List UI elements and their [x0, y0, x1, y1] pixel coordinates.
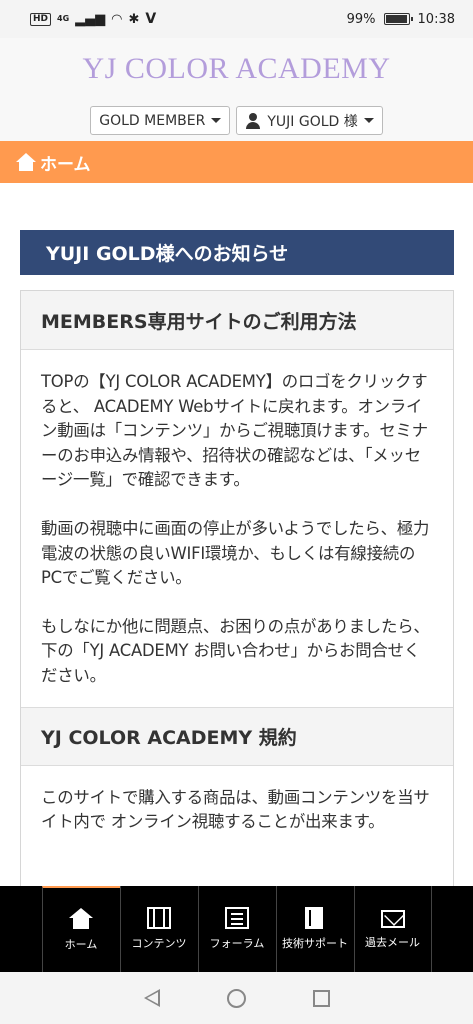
caret-down-icon [211, 118, 222, 123]
home-icon [69, 908, 93, 930]
nav-forum-label: フォーラム [209, 937, 265, 950]
recents-icon[interactable] [312, 989, 330, 1007]
member-row: GOLD MEMBER YUJI GOLD 様 [0, 106, 473, 135]
info-panel: MEMBERS専用サイトのご利用方法 TOPの【YJ COLOR ACADEMY… [20, 290, 454, 910]
list-icon [225, 907, 249, 929]
section-body-terms: このサイトで購入する商品は、動画コンテンツを当サイト内で オンライン視聴すること… [21, 766, 453, 835]
clock: 10:38 [417, 11, 455, 27]
section-heading-usage: MEMBERS専用サイトのご利用方法 [21, 291, 453, 350]
film-icon [147, 907, 171, 929]
nav-support-label: 技術サポート [282, 937, 348, 950]
breadcrumb-bar[interactable]: ホーム [0, 141, 473, 183]
carrier-icon: V [145, 11, 157, 27]
nav-home-label: ホーム [64, 938, 98, 951]
nav-contents[interactable]: コンテンツ [119, 886, 198, 972]
site-header: YJ COLOR ACADEMY GOLD MEMBER YUJI GOLD 様 [0, 38, 473, 141]
member-dropdown-label: GOLD MEMBER [99, 112, 206, 129]
user-dropdown-label: YUJI GOLD 様 [267, 113, 358, 130]
nav-past-mail-label: 過去メール [365, 936, 420, 949]
bottom-nav: ホーム コンテンツ フォーラム 技術サポート 過去メール [0, 886, 473, 972]
nav-forum[interactable]: フォーラム [197, 886, 276, 972]
user-dropdown[interactable]: YUJI GOLD 様 [236, 106, 383, 135]
user-icon [245, 112, 261, 129]
hd-indicator: HD [30, 12, 52, 26]
nav-support[interactable]: 技術サポート [275, 886, 354, 972]
system-nav-bar [0, 972, 473, 1024]
terms-paragraph: このサイトで購入する商品は、動画コンテンツを当サイト内で オンライン視聴すること… [41, 787, 430, 832]
section-body-usage: TOPの【YJ COLOR ACADEMY】のロゴをクリックすると、 ACADE… [21, 350, 453, 689]
member-dropdown[interactable]: GOLD MEMBER [90, 106, 231, 135]
home-icon [16, 153, 36, 171]
status-right: 99% 10:38 [347, 12, 455, 27]
bluetooth-icon: ✱ [128, 11, 140, 27]
signal-icon: ▂▄▆ [75, 11, 106, 27]
book-icon [303, 907, 327, 929]
network-indicator: 4G [57, 14, 70, 23]
battery-percent: 99% [346, 11, 376, 27]
breadcrumb-home: ホーム [40, 154, 91, 175]
status-left: HD 4G ▂▄▆ ◠ ✱ V [30, 11, 156, 27]
back-icon[interactable] [143, 989, 160, 1007]
site-logo[interactable]: YJ COLOR ACADEMY [0, 52, 473, 86]
nav-past-mail[interactable]: 過去メール [353, 886, 432, 972]
status-bar: HD 4G ▂▄▆ ◠ ✱ V 99% 10:38 [0, 0, 473, 38]
nav-contents-label: コンテンツ [131, 937, 187, 950]
notice-banner: YUJI GOLD様へのお知らせ [20, 230, 454, 275]
wifi-icon: ◠ [111, 11, 123, 27]
home-circle-icon[interactable] [226, 988, 246, 1008]
caret-down-icon [363, 118, 374, 123]
usage-paragraph-2: 動画の視聴中に画面の停止が多いようでしたら、極力電波の状態の良いWIFI環境か、… [41, 518, 430, 588]
nav-home[interactable]: ホーム [41, 886, 120, 972]
section-heading-terms: YJ COLOR ACADEMY 規約 [21, 706, 453, 766]
battery-icon [383, 13, 413, 25]
mail-icon [380, 910, 405, 928]
notice-title: YUJI GOLD様へのお知らせ [46, 243, 289, 265]
usage-paragraph-3: もしなにか他に問題点、お困りの点がありましたら、下の「YJ ACADEMY お問… [41, 616, 430, 685]
usage-paragraph-1: TOPの【YJ COLOR ACADEMY】のロゴをクリックすると、 ACADE… [41, 372, 428, 490]
